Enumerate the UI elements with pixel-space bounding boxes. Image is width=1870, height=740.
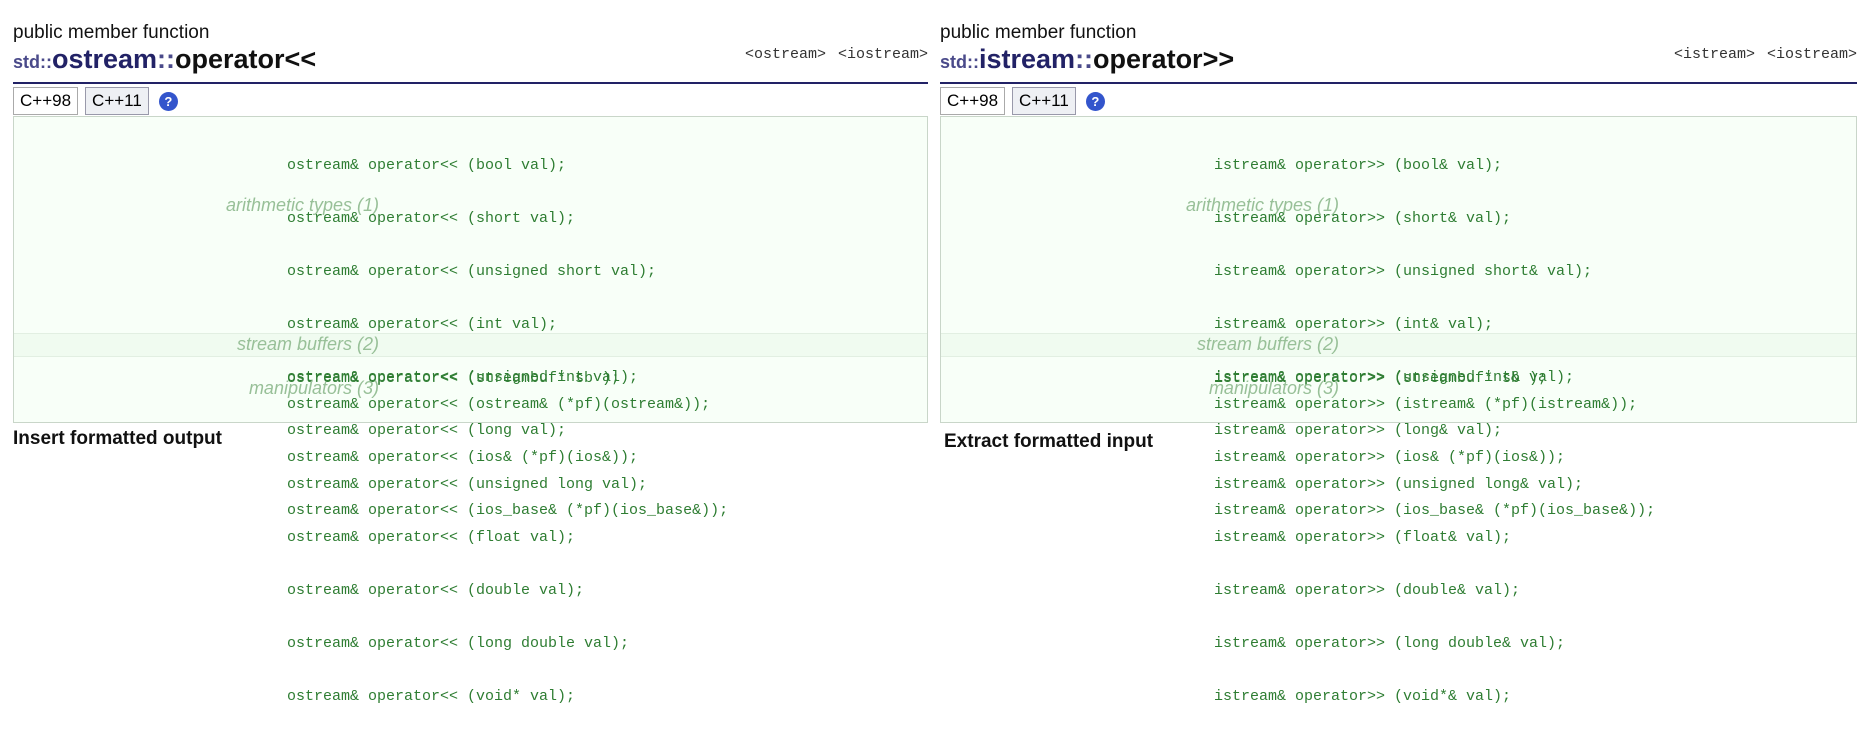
prototype-box: arithmetic types (1) ostream& operator<<… [13,116,928,705]
title-class[interactable]: istream [979,44,1075,74]
help-icon[interactable]: ? [158,91,178,111]
prototype-line: istream& operator>> (short& val); [1214,210,1512,228]
description-heading: Insert formatted output [13,428,222,449]
group-stream-buffers: stream buffers (2) ostream& operator<< (… [14,333,927,387]
header-link[interactable]: <istream> [1674,46,1755,63]
title-namespace[interactable]: std:: [13,52,52,72]
tab-cpp11[interactable]: C++11 [85,87,149,115]
prototype-list: ostream& operator<< (ostream& (*pf)(ostr… [287,361,728,554]
prototype-line: ostream& operator<< (ostream& (*pf)(ostr… [287,396,711,413]
member-kind-label: public member function [940,22,1137,43]
prototype-line: ostream& operator<< (int val); [287,316,558,334]
title-divider [940,82,1857,84]
tab-cpp98[interactable]: C++98 [940,87,1006,115]
prototype-line: ostream& operator<< (void* val); [287,687,576,705]
prototype-line: istream& operator>> (ios& (*pf)(ios&)); [1214,449,1566,467]
title-separator: :: [157,44,176,74]
page-title: std::istream::operator>> [940,44,1234,75]
prototype-box: arithmetic types (1) istream& operator>>… [940,116,1857,705]
prototype-line: istream& operator>> (long double& val); [1214,634,1566,652]
title-namespace[interactable]: std:: [940,52,979,72]
version-tabs: C++98 C++11 ? [13,87,178,115]
prototype-line: ostream& operator<< (unsigned short val)… [287,263,657,281]
title-function: operator>> [1093,44,1235,74]
group-manipulators: manipulators (3) istream& operator>> (is… [941,359,1856,519]
description-heading: Extract formatted input [944,431,1154,452]
title-divider [13,82,928,84]
header-link[interactable]: <iostream> [1767,46,1857,63]
prototype-line: ostream& operator<< (ios& (*pf)(ios&)); [287,449,639,467]
prototype-line: istream& operator>> (void*& val); [1214,687,1512,705]
member-kind-label: public member function [13,22,210,43]
tab-cpp98[interactable]: C++98 [13,87,79,115]
prototype-line: ostream& operator<< (ios_base& (*pf)(ios… [287,502,729,520]
title-function: operator<< [175,44,317,74]
header-link[interactable]: <ostream> [745,46,826,63]
prototype-line: istream& operator>> (istream& (*pf)(istr… [1214,396,1638,413]
prototype-line: ostream& operator<< (long double val); [287,634,630,652]
prototype-line: istream& operator>> (int& val); [1214,316,1494,334]
header-links: <ostream> <iostream> [733,46,928,63]
prototype-line: istream& operator>> (double& val); [1214,581,1521,599]
prototype-line: istream& operator>> (bool& val); [1214,157,1503,174]
prototype-line: istream& operator>> (ios_base& (*pf)(ios… [1214,502,1656,520]
header-links: <istream> <iostream> [1662,46,1857,63]
prototype-line: ostream& operator<< (bool val); [287,157,567,174]
group-arithmetic-types: arithmetic types (1) istream& operator>>… [941,117,1856,705]
title-separator: :: [1075,44,1094,74]
header-link[interactable]: <iostream> [838,46,928,63]
page-title: std::ostream::operator<< [13,44,316,75]
prototype-line: istream& operator>> (unsigned short& val… [1214,263,1593,281]
version-tabs: C++98 C++11 ? [940,87,1105,115]
title-class[interactable]: ostream [52,44,157,74]
prototype-line: ostream& operator<< (short val); [287,210,576,228]
group-manipulators: manipulators (3) ostream& operator<< (os… [14,359,927,519]
prototype-list: istream& operator>> (istream& (*pf)(istr… [1214,361,1655,554]
group-stream-buffers: stream buffers (2) istream& operator>> (… [941,333,1856,387]
tab-cpp11[interactable]: C++11 [1012,87,1076,115]
help-icon[interactable]: ? [1085,91,1105,111]
group-arithmetic-types: arithmetic types (1) ostream& operator<<… [14,117,927,705]
prototype-line: ostream& operator<< (double val); [287,581,585,599]
